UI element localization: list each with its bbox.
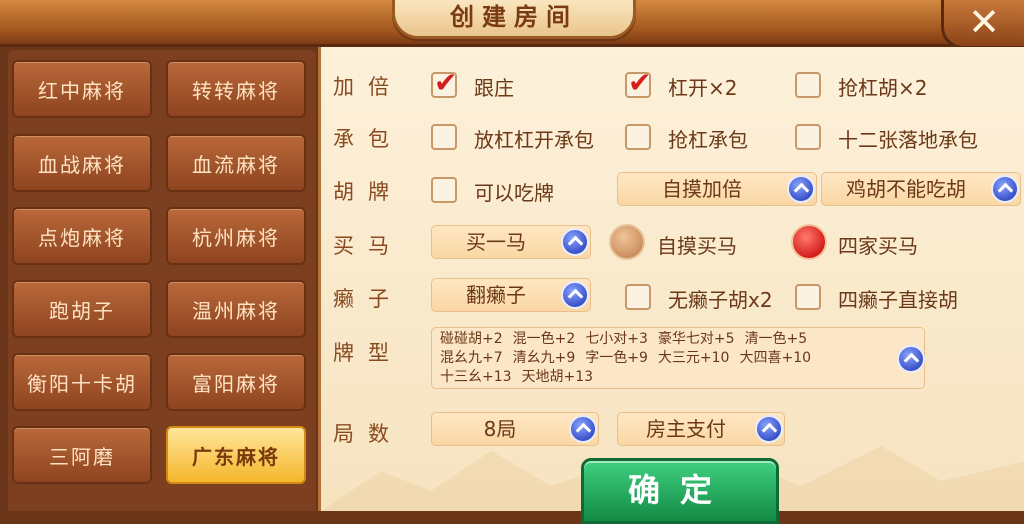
sidebar-item-paohuzi[interactable]: 跑胡子 xyxy=(12,280,152,338)
label-laizi: 癞子 xyxy=(333,287,403,311)
hand-type: 大四喜+10 xyxy=(739,350,812,366)
sidebar-item-sanamo[interactable]: 三阿磨 xyxy=(12,426,152,484)
sidebar-item-xueliu[interactable]: 血流麻将 xyxy=(166,134,306,192)
sidebar-item-dianpao[interactable]: 点炮麻将 xyxy=(12,207,152,265)
sidebar-item-wenzhou[interactable]: 温州麻将 xyxy=(166,280,306,338)
checkbox-wulaizi[interactable] xyxy=(625,284,651,310)
game-type-sidebar: 红中麻将 转转麻将 血战麻将 血流麻将 点炮麻将 杭州麻将 跑胡子 温州麻将 衡… xyxy=(8,50,316,511)
hand-type: 字一色+9 xyxy=(585,350,648,366)
hand-type: 十三幺+13 xyxy=(440,369,512,385)
checkbox-fanggang[interactable] xyxy=(431,124,457,150)
hand-type: 豪华七对+5 xyxy=(657,331,735,347)
label-chengbao: 承包 xyxy=(333,127,403,151)
checkbox-shierzhang[interactable] xyxy=(795,124,821,150)
sidebar-item-zhuanzhuan[interactable]: 转转麻将 xyxy=(166,60,306,118)
checkbox-qiangganghu[interactable] xyxy=(795,72,821,98)
checkbox-keyichipai[interactable] xyxy=(431,177,457,203)
hand-type: 清一色+5 xyxy=(744,331,808,347)
hand-type: 混幺九+7 xyxy=(440,350,503,366)
radio-zimo-maima[interactable] xyxy=(609,224,645,260)
option-qiangganghu: 抢杠胡×2 xyxy=(838,76,928,100)
hand-type: 清幺九+9 xyxy=(512,350,576,366)
option-fanggang: 放杠杠开承包 xyxy=(474,128,594,152)
close-button[interactable]: ✕ xyxy=(941,0,1024,49)
option-qianggang-chengbao: 抢杠承包 xyxy=(668,128,748,152)
option-sijia-maima: 四家买马 xyxy=(838,234,918,258)
page-title: 创建房间 xyxy=(392,0,636,39)
chevron-up-icon[interactable] xyxy=(561,281,589,309)
hand-type: 七小对+3 xyxy=(585,331,648,347)
checkbox-silaizi[interactable] xyxy=(795,284,821,310)
chevron-up-icon[interactable] xyxy=(569,415,597,443)
hand-type: 天地胡+13 xyxy=(521,369,594,385)
checkbox-gangkai[interactable]: ✔ xyxy=(625,66,651,99)
hand-type: 混一色+2 xyxy=(512,331,576,347)
chevron-up-icon[interactable] xyxy=(897,345,925,373)
confirm-button[interactable]: 确定 xyxy=(581,458,779,524)
check-icon: ✔ xyxy=(628,66,652,99)
chevron-up-icon[interactable] xyxy=(991,175,1019,203)
option-wulaizi: 无癞子胡x2 xyxy=(668,288,773,312)
option-silaizi: 四癞子直接胡 xyxy=(838,288,958,312)
option-keyichipai: 可以吃牌 xyxy=(474,181,554,205)
option-gangkai: 杠开×2 xyxy=(668,76,738,100)
label-hupai: 胡牌 xyxy=(333,180,403,204)
option-shierzhang: 十二张落地承包 xyxy=(838,128,978,152)
label-jiabei: 加倍 xyxy=(333,75,403,99)
hand-type: 大三元+10 xyxy=(657,350,730,366)
sidebar-item-hongzhong[interactable]: 红中麻将 xyxy=(12,60,152,118)
chevron-up-icon[interactable] xyxy=(787,175,815,203)
sidebar-item-hangzhou[interactable]: 杭州麻将 xyxy=(166,207,306,265)
label-jushu: 局数 xyxy=(333,422,403,446)
options-panel: 加倍 ✔ 跟庄 ✔ 杠开×2 抢杠胡×2 承包 放杠杠开承包 抢杠承包 十二张落… xyxy=(318,47,1024,524)
label-maima: 买马 xyxy=(333,234,403,258)
hand-type: 碰碰胡+2 xyxy=(440,331,503,347)
option-zimo-maima: 自摸买马 xyxy=(657,234,737,258)
label-paixing: 牌型 xyxy=(333,341,403,365)
hand-types-list[interactable]: 碰碰胡+2 混一色+2 七小对+3 豪华七对+5 清一色+5 混幺九+7 清幺九+9 字一色… xyxy=(431,327,925,389)
sidebar-item-fuyang[interactable]: 富阳麻将 xyxy=(166,353,306,411)
sidebar-item-hengyang[interactable]: 衡阳十卡胡 xyxy=(12,353,152,411)
radio-sijia-maima[interactable] xyxy=(791,224,827,260)
sidebar-item-guangdong[interactable]: 广东麻将 xyxy=(166,426,306,484)
chevron-up-icon[interactable] xyxy=(755,415,783,443)
sidebar-item-xuezhan[interactable]: 血战麻将 xyxy=(12,134,152,192)
chevron-up-icon[interactable] xyxy=(561,228,589,256)
checkbox-genzhuang[interactable]: ✔ xyxy=(431,66,457,99)
check-icon: ✔ xyxy=(434,66,458,99)
option-genzhuang: 跟庄 xyxy=(474,76,514,100)
checkbox-qianggang-chengbao[interactable] xyxy=(625,124,651,150)
